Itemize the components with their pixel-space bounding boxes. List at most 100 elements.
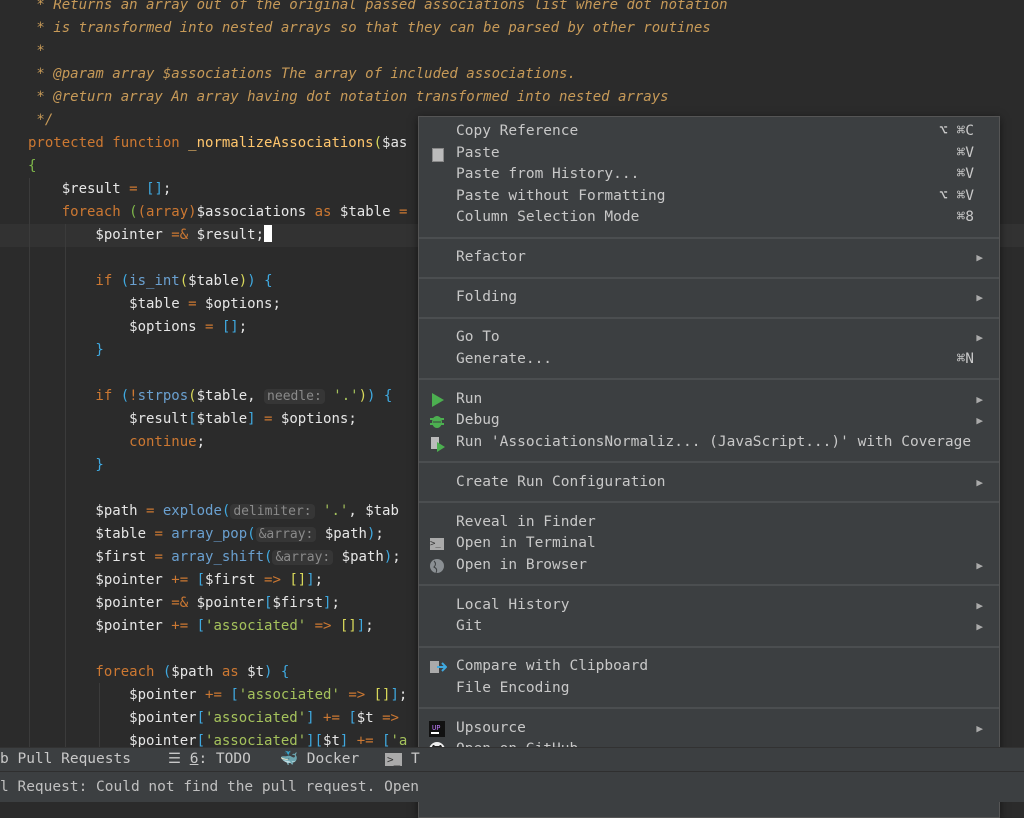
menu-item-copy-reference[interactable]: Copy Reference ⌥ ⌘C <box>419 121 999 143</box>
code-token: '.' <box>333 388 359 404</box>
code-token: ) <box>358 388 368 404</box>
run-icon <box>429 392 445 408</box>
code-token: [ <box>230 687 239 703</box>
docker-tab[interactable]: 🐳 Docker <box>280 748 359 771</box>
menu-item-paste-without-formatting[interactable]: Paste without Formatting ⌥ ⌘V <box>419 186 999 208</box>
code-line: foreach ($path as $t) { <box>28 661 289 684</box>
code-token: ; <box>398 687 408 703</box>
docker-icon: 🐳 <box>280 751 299 767</box>
code-line: continue; <box>28 431 205 454</box>
code-token: * @return array An array having dot nota… <box>28 89 669 105</box>
menu-item-run[interactable]: Run ▶ <box>419 389 999 411</box>
menu-item-shortcut: ⌘V <box>956 166 974 182</box>
code-token: ] <box>247 411 256 427</box>
code-token: continue <box>28 434 197 450</box>
code-token: $associations <box>196 204 315 220</box>
context-menu: Copy Reference ⌥ ⌘C Paste ⌘V Paste from Hist… <box>418 116 1000 818</box>
code-token: $path <box>28 503 147 519</box>
menu-separator <box>419 453 999 472</box>
code-token: $table <box>339 204 399 220</box>
code-token: ; <box>365 618 374 634</box>
submenu-arrow-icon: ▶ <box>976 291 983 304</box>
menu-item-refactor[interactable]: Refactor ▶ <box>419 247 999 269</box>
code-token: = <box>129 181 147 197</box>
menu-item-file-encoding[interactable]: File Encoding <box>419 678 999 700</box>
code-token: $result; <box>196 227 265 243</box>
code-line: $table = $options; <box>28 293 281 316</box>
code-line: $first = array_shift(&array: $path); <box>28 546 401 569</box>
parameter-hint: needle: <box>264 389 325 404</box>
code-token: [ <box>196 710 206 726</box>
menu-item-folding[interactable]: Folding ▶ <box>419 287 999 309</box>
menu-item-label: Local History <box>456 596 570 613</box>
menu-item-label: Upsource <box>456 719 526 736</box>
menu-item-shortcut: ⌥ ⌘V <box>939 187 974 204</box>
menu-item-upsource[interactable]: UP Upsource ▶ <box>419 718 999 740</box>
menu-separator <box>419 229 999 248</box>
code-token: $pointer <box>28 710 197 726</box>
menu-item-generate[interactable]: Generate... ⌘N <box>419 349 999 371</box>
code-token: { <box>28 158 37 174</box>
code-token: $path <box>171 664 222 680</box>
menu-item-paste-from-history[interactable]: Paste from History... ⌘V <box>419 164 999 186</box>
code-line: $pointer += ['associated' => []]; <box>28 615 374 638</box>
code-token: [] <box>289 572 307 588</box>
code-line: $result = []; <box>28 178 172 201</box>
code-token: $table <box>188 273 239 289</box>
menu-item-go-to[interactable]: Go To ▶ <box>419 327 999 349</box>
menu-item-paste[interactable]: Paste ⌘V <box>419 143 999 165</box>
code-token: => <box>348 687 374 703</box>
menu-item-label: Run <box>456 390 483 407</box>
code-token: $path <box>333 549 384 565</box>
code-token: { <box>383 388 393 404</box>
code-line: if (!strpos($table, needle: '.')) { <box>28 385 392 408</box>
code-token: [] <box>339 618 357 634</box>
code-token: is_int <box>129 273 180 289</box>
menu-item-reveal-in-finder[interactable]: Reveal in Finder <box>419 512 999 534</box>
terminal-tab[interactable]: >_ T <box>385 748 420 771</box>
menu-item-compare-with-clipboard[interactable]: Compare with Clipboard <box>419 656 999 678</box>
code-line: $pointer += [$first => []]; <box>28 569 323 592</box>
menu-item-label: Paste without Formatting <box>456 187 666 204</box>
code-token: protected function <box>28 135 189 151</box>
code-line: * @param array $associations The array o… <box>28 63 575 86</box>
pull-requests-tab[interactable]: b Pull Requests <box>0 748 131 771</box>
menu-item-git[interactable]: Git ▶ <box>419 616 999 638</box>
menu-item-shortcut: ⌘N <box>956 350 974 367</box>
menu-item-create-run-configuration[interactable]: Create Run Configuration ▶ <box>419 472 999 494</box>
menu-item-open-in-terminal[interactable]: >_ Open in Terminal <box>419 533 999 555</box>
code-token: $result <box>28 411 189 427</box>
code-token: [ <box>188 411 197 427</box>
code-token: $as <box>382 135 408 151</box>
todo-tab[interactable]: ☰ 6: TODO <box>168 748 251 771</box>
code-token: ] <box>356 618 366 634</box>
code-token: $pointer <box>28 687 206 703</box>
menu-item-open-in-browser[interactable]: Open in Browser ▶ <box>419 555 999 577</box>
code-token: ( <box>179 273 189 289</box>
code-token: ] <box>306 710 315 726</box>
code-token: { <box>280 664 290 680</box>
menu-item-local-history[interactable]: Local History ▶ <box>419 595 999 617</box>
menu-item-label: Folding <box>456 289 518 305</box>
menu-item-run-associationsnormaliz-javascript-with-coverage[interactable]: Run 'AssociationsNormaliz... (JavaScript… <box>419 432 999 454</box>
code-token: ] <box>390 687 399 703</box>
code-token: _normalizeAssociations <box>188 135 374 151</box>
menu-item-debug[interactable]: Debug ▶ <box>419 410 999 432</box>
code-token: strpos <box>137 388 189 404</box>
terminal-icon: >_ <box>385 753 403 766</box>
menu-item-label: Paste from History... <box>456 166 640 182</box>
submenu-arrow-icon: ▶ <box>976 251 983 264</box>
coverage-icon <box>429 435 445 452</box>
code-token: array_pop <box>171 526 248 542</box>
parameter-hint: &array: <box>255 527 317 542</box>
code-token: 'a <box>390 733 408 747</box>
code-line: if (is_int($table)) { <box>28 270 272 293</box>
submenu-arrow-icon: ▶ <box>976 475 983 489</box>
code-token: $t <box>356 710 383 726</box>
menu-item-column-selection-mode[interactable]: Column Selection Mode ⌘8 <box>419 207 999 229</box>
code-token: => <box>314 618 340 634</box>
menu-item-shortcut: ⌥ ⌘C <box>939 123 974 139</box>
code-token: = <box>154 526 172 542</box>
code-token: $first <box>28 549 155 565</box>
code-token: '.' <box>323 503 349 519</box>
